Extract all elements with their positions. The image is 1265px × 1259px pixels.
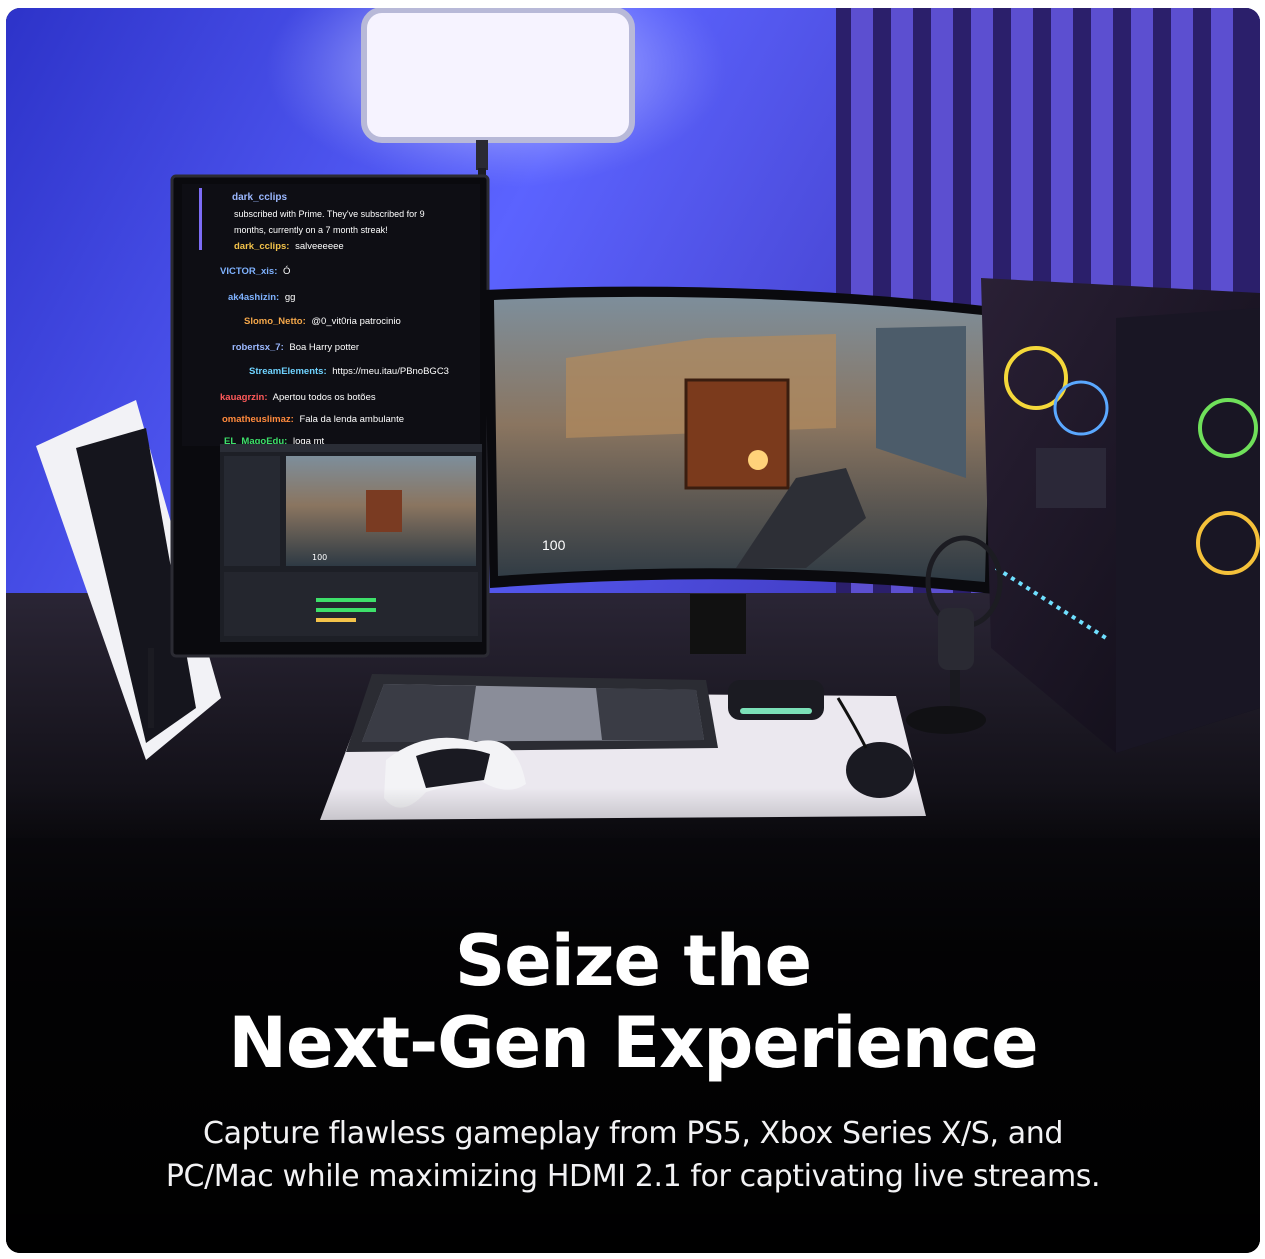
svg-text:Slomo_Netto: @0_vit0: Slomo_Netto: @0_vit0ria patrocinio bbox=[244, 316, 401, 327]
chat-message: salveeeeee bbox=[295, 241, 344, 252]
subheadline: Capture flawless gameplay from PS5, Xbox… bbox=[6, 1112, 1260, 1198]
chat-message: Apertou todos os botões bbox=[273, 392, 376, 403]
chat-username: VICTOR_xis: bbox=[220, 266, 277, 277]
chat-username: robertsx_7: bbox=[232, 342, 284, 353]
svg-text:VICTOR_xis: Ó: VICTOR_xis: Ó bbox=[220, 266, 290, 277]
chat-message: Boa Harry potter bbox=[289, 342, 359, 353]
chat-username: StreamElements: bbox=[249, 366, 327, 377]
chat-message: gg bbox=[285, 292, 296, 303]
product-card: dark_cclips subscribed with Prime. They'… bbox=[6, 8, 1260, 1253]
svg-text:robertsx_7: Boa Harr: robertsx_7: Boa Harry potter bbox=[232, 342, 359, 353]
chat-message: Ó bbox=[283, 266, 290, 277]
chat-line: subscribed with Prime. They've subscribe… bbox=[234, 209, 425, 219]
chat-username: dark_cclips: bbox=[234, 241, 289, 252]
game-hud-health: 100 bbox=[542, 537, 566, 553]
svg-text:StreamElements: http: StreamElements: https://meu.itau/PBnoBGC… bbox=[249, 366, 449, 377]
obs-preview-health: 100 bbox=[312, 553, 327, 562]
chat-username: Slomo_Netto: bbox=[244, 316, 306, 327]
subheadline-line-2: PC/Mac while maximizing HDMI 2.1 for cap… bbox=[165, 1159, 1101, 1194]
headline-line-2: Next-Gen Experience bbox=[228, 1002, 1038, 1084]
svg-text:ak4ashizin: gg: ak4ashizin: gg bbox=[228, 292, 295, 303]
vertical-monitor: dark_cclips subscribed with Prime. They'… bbox=[170, 174, 490, 658]
svg-text:dark_cclips: salveee: dark_cclips: salveeeeee bbox=[234, 241, 344, 252]
chat-line: months, currently on a 7 month streak! bbox=[234, 225, 388, 235]
chat-username: ak4ashizin: bbox=[228, 292, 279, 303]
capture-card bbox=[728, 680, 824, 720]
chat-username: omatheuslimaz: bbox=[222, 414, 294, 425]
svg-text:omatheuslimaz: Fala: omatheuslimaz: Fala da lenda ambulante bbox=[222, 414, 404, 425]
chat-message: @0_vit0ria patrocinio bbox=[311, 316, 400, 327]
chat-message: Fala da lenda ambulante bbox=[299, 414, 404, 425]
chat-line: dark_cclips bbox=[232, 192, 287, 203]
obs-window: 100 bbox=[220, 444, 482, 642]
headline-line-1: Seize the bbox=[454, 920, 812, 1002]
svg-text:kauagrzin: Apertou t: kauagrzin: Apertou todos os botões bbox=[220, 392, 376, 403]
chat-username: kauagrzin: bbox=[220, 392, 268, 403]
headline: Seize the Next-Gen Experience bbox=[6, 920, 1260, 1084]
subheadline-line-1: Capture flawless gameplay from PS5, Xbox… bbox=[203, 1116, 1063, 1151]
chat-message: https://meu.itau/PBnoBGC3 bbox=[332, 366, 449, 377]
keyboard bbox=[346, 674, 718, 752]
crate bbox=[684, 378, 790, 490]
